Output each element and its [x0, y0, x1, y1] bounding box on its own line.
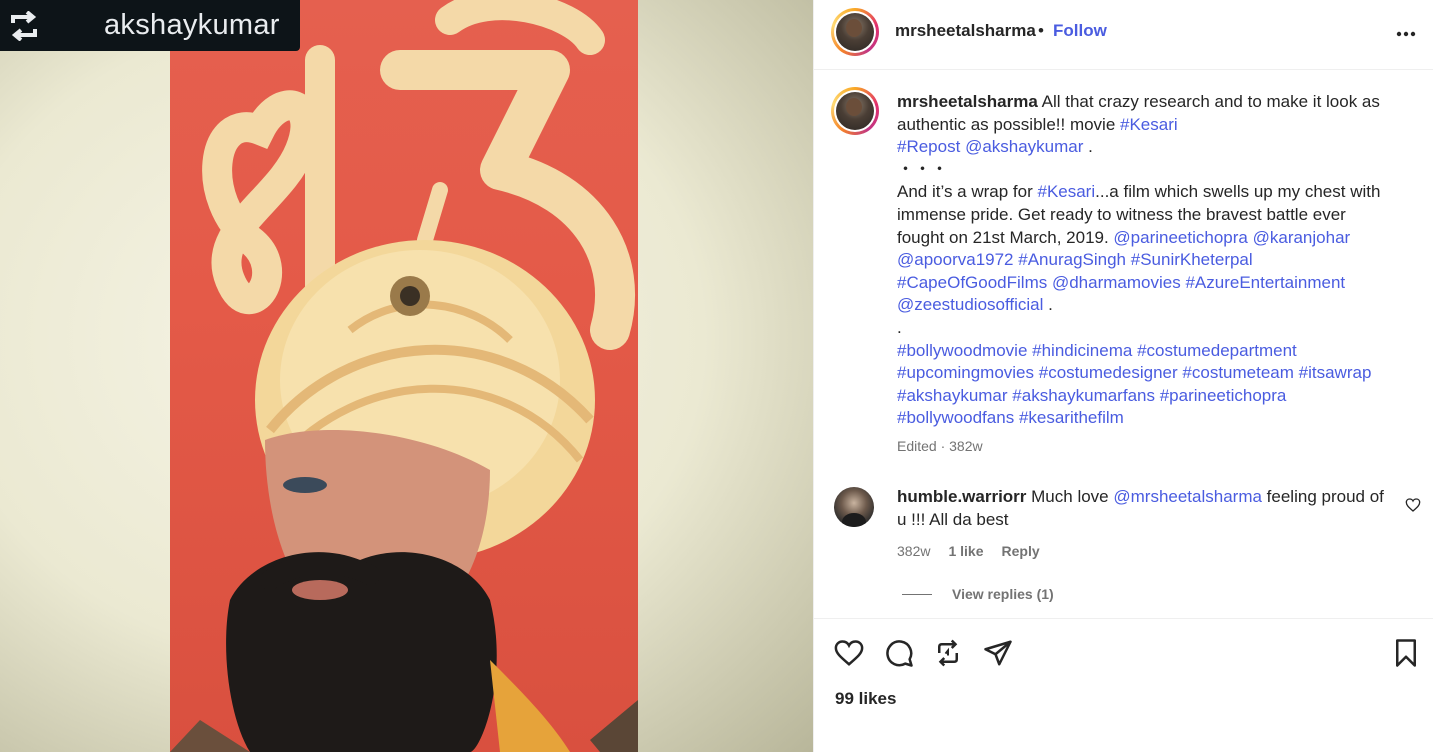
- action-bar: 99 likes: [814, 618, 1433, 752]
- hashtag-link[interactable]: #AnuragSingh: [1018, 250, 1126, 269]
- caption-segment: And it’s a wrap for: [897, 182, 1038, 202]
- hashtag-link[interactable]: #parineetichopra: [1160, 386, 1287, 405]
- comment-avatar[interactable]: [834, 487, 874, 527]
- repost-username: akshaykumar: [104, 9, 280, 41]
- comment-time: 382w: [897, 543, 931, 559]
- caption-line: ・・・: [897, 159, 1397, 182]
- caption-line: .: [897, 317, 1397, 340]
- hashtag-link[interactable]: #Repost: [897, 137, 960, 156]
- caption-meta: Edited · 382w: [897, 438, 983, 454]
- header-separator: •: [1038, 21, 1044, 40]
- hashtag-link[interactable]: #bollywoodmovie: [897, 341, 1027, 360]
- view-replies-button[interactable]: View replies (1): [902, 586, 1054, 602]
- hashtag-link[interactable]: #costumedesigner: [1039, 363, 1178, 382]
- hashtag-link[interactable]: #costumeteam: [1182, 363, 1294, 382]
- bookmark-icon[interactable]: [1390, 637, 1422, 669]
- hashtag-link[interactable]: #hindicinema: [1032, 341, 1132, 360]
- hashtag-link[interactable]: #akshaykumar: [897, 386, 1008, 405]
- hashtag-link[interactable]: #akshaykumarfans: [1012, 386, 1155, 405]
- comment-meta: 382w 1 like Reply: [897, 543, 1040, 559]
- hashtag-link[interactable]: #costumedepartment: [1137, 341, 1297, 360]
- comment-like-icon[interactable]: [1405, 497, 1421, 513]
- mention-link[interactable]: @karanjohar: [1253, 228, 1351, 247]
- caption-line: #Repost @akshaykumar .: [897, 136, 1397, 159]
- mention-link[interactable]: @parineetichopra: [1113, 228, 1247, 247]
- heart-icon[interactable]: [833, 637, 865, 669]
- reply-button[interactable]: Reply: [1002, 543, 1040, 559]
- post-details-panel: mrsheetalsharma • Follow mrsheetalsharma…: [813, 0, 1433, 752]
- follow-button[interactable]: Follow: [1053, 21, 1107, 41]
- hashtag-link[interactable]: #Kesari: [1037, 182, 1095, 201]
- post-header: mrsheetalsharma • Follow: [814, 0, 1433, 70]
- hashtag-link[interactable]: #upcomingmovies: [897, 363, 1034, 382]
- hashtag-link[interactable]: #bollywoodfans: [897, 408, 1014, 427]
- comment-mention[interactable]: @mrsheetalsharma: [1113, 487, 1262, 506]
- post-media[interactable]: akshaykumar: [0, 0, 813, 752]
- more-options-icon[interactable]: [1394, 22, 1418, 46]
- header-username[interactable]: mrsheetalsharma: [895, 21, 1036, 41]
- replies-divider: [902, 593, 932, 595]
- caption-text: mrsheetalsharma All that crazy research …: [897, 91, 1397, 430]
- caption-segment: .: [897, 317, 902, 337]
- avatar[interactable]: [831, 8, 879, 56]
- caption-line: And it’s a wrap for #Kesari...a film whi…: [897, 181, 1397, 317]
- caption-segment: .: [1083, 137, 1093, 157]
- repost-icon[interactable]: [932, 637, 964, 669]
- caption-segment: .: [1043, 295, 1053, 315]
- comment-icon[interactable]: [883, 637, 915, 669]
- comment-username[interactable]: humble.warriorr: [897, 487, 1026, 506]
- caption-username[interactable]: mrsheetalsharma: [897, 92, 1038, 111]
- hashtag-link[interactable]: #kesarithefilm: [1019, 408, 1124, 427]
- repost-icon: [0, 0, 48, 51]
- hashtag-link[interactable]: #CapeOfGoodFilms: [897, 273, 1047, 292]
- post-image: [170, 0, 638, 752]
- send-icon[interactable]: [982, 637, 1014, 669]
- caption-line: #bollywoodmovie #hindicinema #costumedep…: [897, 340, 1397, 430]
- comment-text: humble.warriorr Much love @mrsheetalshar…: [897, 486, 1397, 531]
- mention-link[interactable]: @apoorva1972: [897, 250, 1014, 269]
- mention-link[interactable]: @akshaykumar: [965, 137, 1083, 156]
- view-replies-label: View replies (1): [952, 586, 1054, 602]
- hashtag-link[interactable]: #AzureEntertainment: [1185, 273, 1345, 292]
- mention-link[interactable]: @zeestudiosofficial: [897, 295, 1043, 314]
- likes-count[interactable]: 99 likes: [835, 689, 896, 709]
- hashtag-link[interactable]: #itsawrap: [1299, 363, 1372, 382]
- hashtag-link[interactable]: #Kesari: [1120, 115, 1178, 134]
- mention-link[interactable]: @dharmamovies: [1052, 273, 1181, 292]
- post-view: akshaykumar mrsheetalsharma • Follow mrs…: [0, 0, 1433, 752]
- caption-segment: ・・・: [897, 159, 948, 179]
- hashtag-link[interactable]: #SunirKheterpal: [1131, 250, 1253, 269]
- caption-avatar[interactable]: [831, 87, 879, 135]
- comment-likes[interactable]: 1 like: [948, 543, 983, 559]
- repost-banner: akshaykumar: [0, 0, 300, 51]
- comment-body-start: Much love: [1026, 487, 1114, 506]
